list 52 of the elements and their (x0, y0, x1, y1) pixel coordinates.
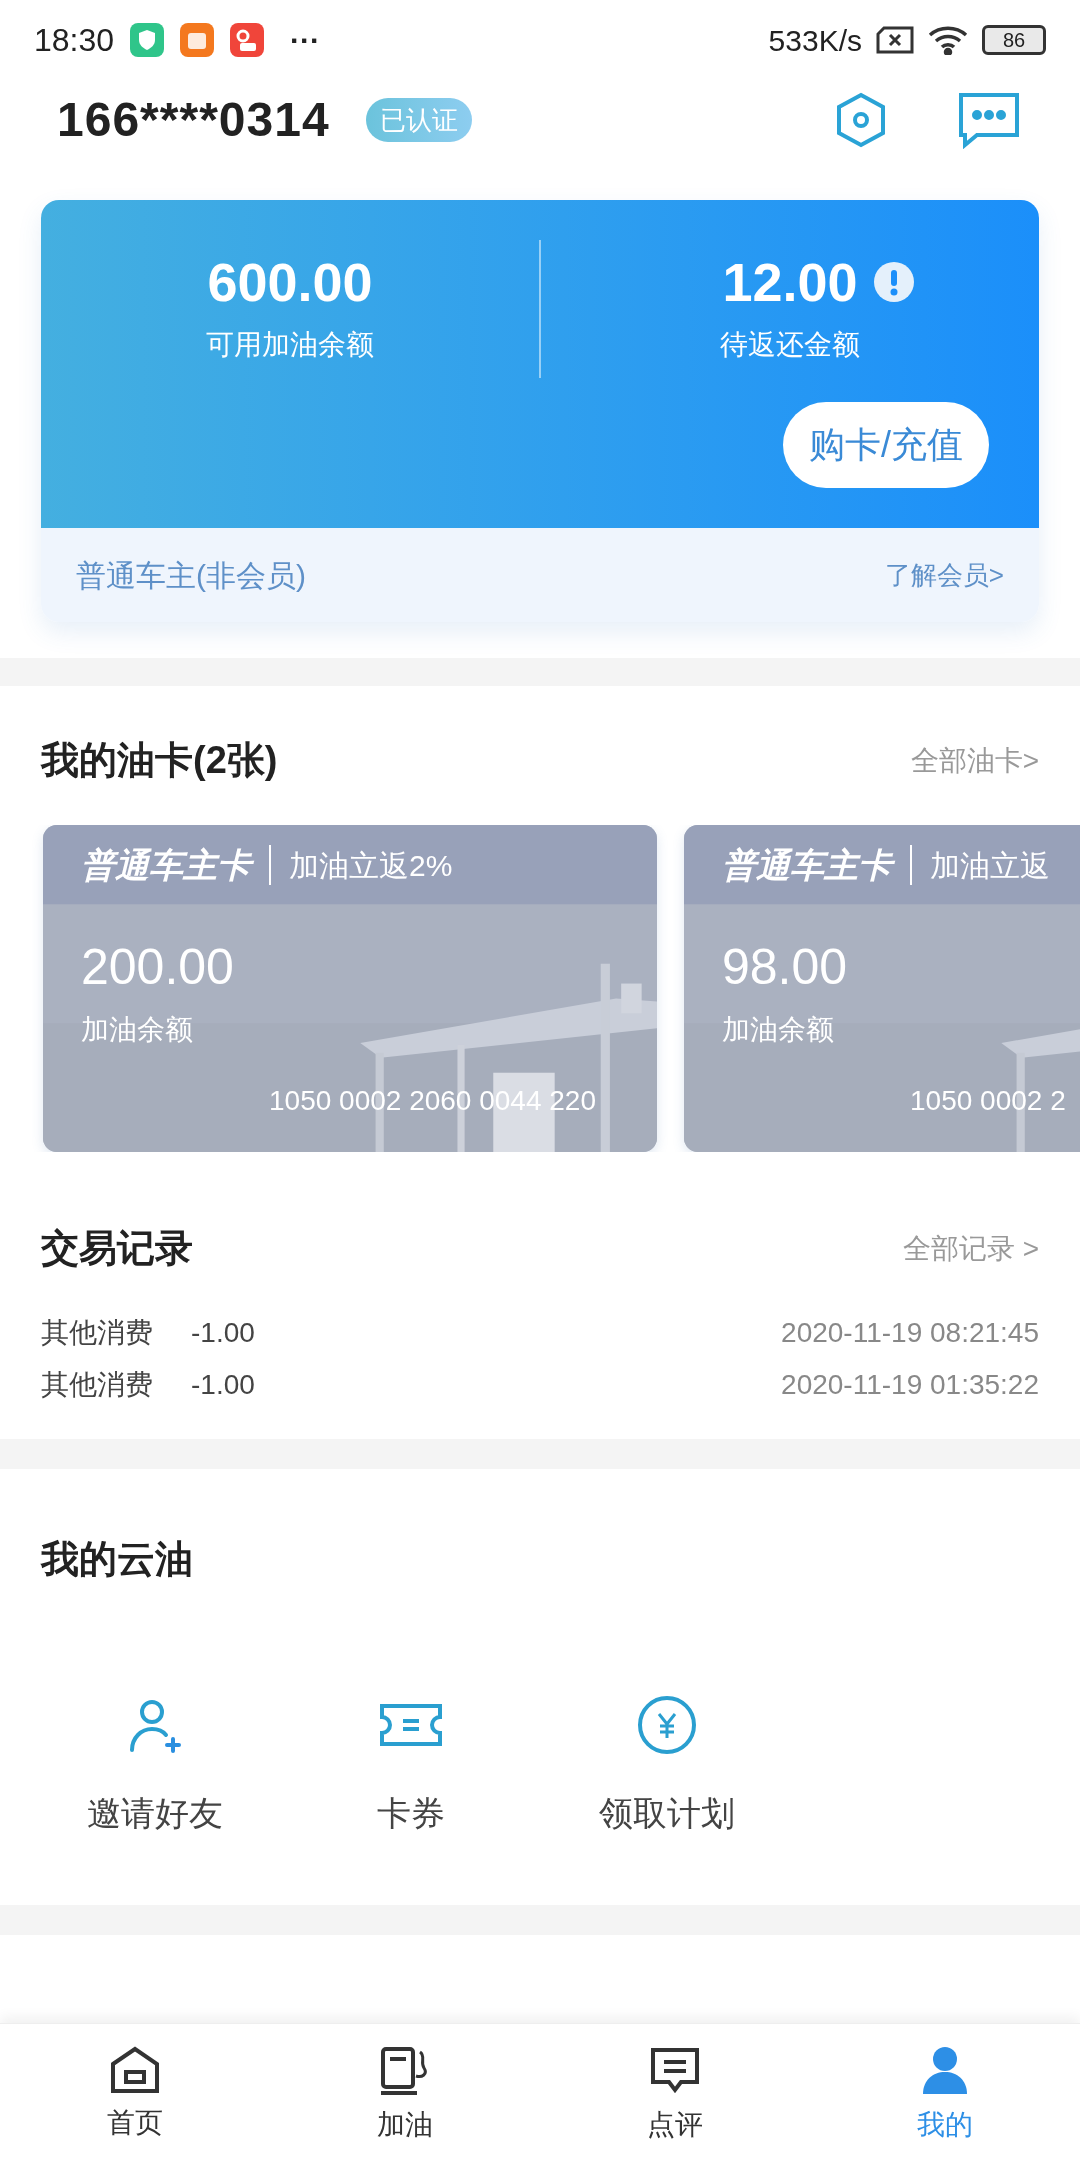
nav-tab[interactable]: 加油 (270, 2024, 540, 2160)
section-title: 交易记录 (41, 1226, 193, 1271)
user-icon (921, 2046, 969, 2096)
feature-item[interactable]: 邀请好友 (27, 1692, 283, 1839)
card-benefit: 加油立返 (930, 847, 1050, 884)
pending-refund-label: 待返还金额 (720, 328, 860, 362)
transaction-amount: -1.00 (191, 1316, 255, 1350)
more-notifications: ··· (290, 22, 321, 59)
status-time: 18:30 (34, 21, 115, 60)
ticket-icon (378, 1702, 444, 1748)
buy-card-button[interactable]: 购卡/充值 (783, 402, 989, 488)
transaction-type: 其他消费 (41, 1316, 154, 1350)
section-title: 我的油卡(2张) (41, 738, 278, 783)
card-balance-label: 加油余额 (81, 1013, 194, 1047)
video-app-icon (230, 23, 265, 57)
feature-item[interactable]: 卡券 (283, 1692, 539, 1839)
card-number: 1050 0002 2060 0044 220 (269, 1084, 596, 1118)
comment-icon (649, 2046, 701, 2096)
transaction-type: 其他消费 (41, 1368, 154, 1402)
membership-status: 普通车主(非会员) (76, 557, 306, 594)
shield-app-icon (130, 23, 165, 57)
oil-card[interactable]: 普通车主卡 加油立返 98.00 加油余额 1050 0002 2 (684, 825, 1080, 1152)
network-speed: 533K/s (768, 22, 862, 59)
oil-card[interactable]: 普通车主卡 加油立返2% 200.00 加油余额 1050 0002 2060 0044 220 (43, 825, 657, 1152)
yuan-coin-icon (636, 1694, 698, 1756)
home-icon (109, 2046, 161, 2094)
battery-indicator: 86 (982, 25, 1046, 55)
pending-refund-amount: 12.00 (722, 251, 858, 314)
nav-tab[interactable]: 我的 (810, 2024, 1080, 2160)
card-benefit: 加油立返2% (289, 847, 453, 884)
transaction-amount: -1.00 (191, 1368, 255, 1402)
wifi-icon (928, 25, 968, 55)
all-cards-link[interactable]: 全部油卡> (910, 739, 1039, 782)
card-balance: 200.00 (81, 939, 235, 995)
available-balance-label: 可用加油余额 (206, 328, 374, 362)
feature-item[interactable]: 领取计划 (539, 1692, 795, 1839)
card-balance-label: 加油余额 (722, 1013, 835, 1047)
section-title: 我的云油 (41, 1538, 193, 1580)
transaction-time: 2020-11-19 01:35:22 (781, 1368, 1039, 1402)
verified-badge: 已认证 (365, 98, 472, 142)
transaction-time: 2020-11-19 08:21:45 (781, 1316, 1039, 1350)
phone-number: 166****0314 (57, 92, 330, 148)
nav-tab[interactable]: 首页 (0, 2024, 270, 2160)
available-balance: 600.00 (207, 251, 373, 314)
shopping-app-icon (180, 23, 215, 57)
info-icon (873, 262, 914, 302)
card-number: 1050 0002 2 (910, 1084, 1066, 1118)
all-records-link[interactable]: 全部记录 > (902, 1227, 1039, 1270)
card-balance: 98.00 (722, 939, 849, 995)
no-sim-icon (876, 26, 914, 54)
learn-membership-link[interactable]: 了解会员> (884, 555, 1004, 595)
nav-tab[interactable]: 点评 (540, 2024, 810, 2160)
